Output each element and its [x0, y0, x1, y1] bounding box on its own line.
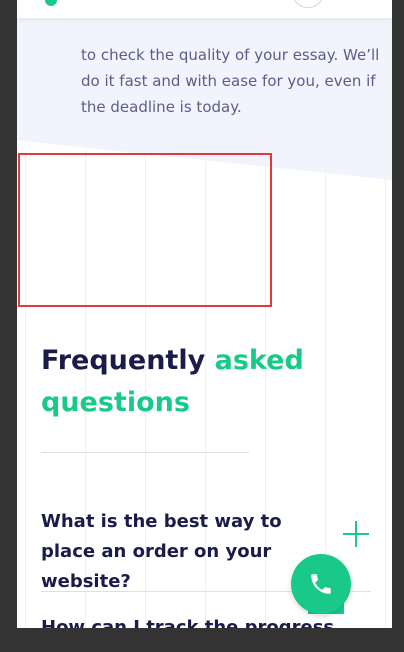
page: to check the quality of your essay. We’l…: [17, 0, 392, 628]
logo-dot-icon[interactable]: [45, 0, 57, 6]
highlight-box: [18, 153, 272, 307]
call-button[interactable]: [291, 554, 351, 614]
faq-title: Frequently asked questions: [41, 340, 371, 424]
faq-title-main: Frequently: [41, 345, 206, 376]
plus-icon[interactable]: [343, 521, 369, 547]
phone-icon: [311, 574, 331, 594]
account-button[interactable]: [294, 0, 322, 8]
title-divider: [41, 452, 249, 453]
faq-question[interactable]: What is the best way to place an order o…: [41, 507, 331, 597]
hero-body-text: to check the quality of your essay. We’l…: [81, 46, 380, 116]
top-header: [17, 0, 392, 18]
faq-question[interactable]: How can I track the progress: [41, 617, 334, 628]
